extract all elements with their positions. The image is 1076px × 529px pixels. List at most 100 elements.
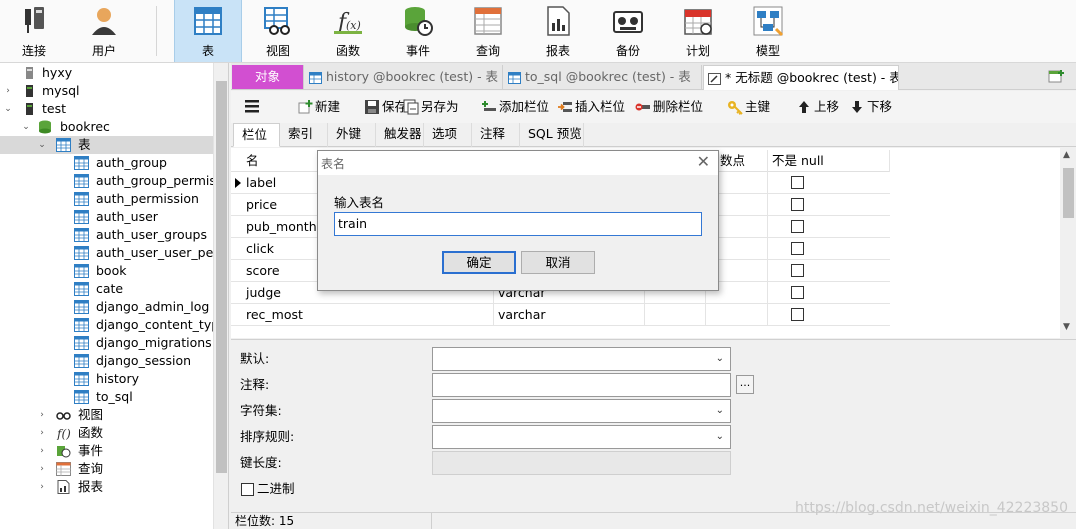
- tree-group-events[interactable]: › 事件: [0, 442, 213, 460]
- tree-group-queries[interactable]: › 查询: [0, 460, 213, 478]
- toolbar-model-button[interactable]: 模型: [734, 0, 802, 62]
- subtab-triggers[interactable]: 触发器: [376, 123, 424, 147]
- collation-label: 排序规则:: [240, 429, 295, 444]
- tree-table-item[interactable]: django_content_type: [0, 316, 227, 334]
- new-button[interactable]: 新建: [297, 97, 340, 117]
- subtab-indexes[interactable]: 索引: [280, 123, 328, 147]
- grid-scrollbar[interactable]: ▲ ▼: [1060, 148, 1076, 338]
- tree-label: to_sql: [96, 389, 133, 404]
- toolbar-schedule-button[interactable]: 计划: [664, 0, 732, 62]
- chevron-right-icon[interactable]: ›: [37, 478, 47, 496]
- field-type-cell[interactable]: varchar: [494, 304, 645, 326]
- insert-field-button[interactable]: 插入栏位: [557, 97, 625, 117]
- chevron-down-icon[interactable]: ⌄: [3, 100, 13, 118]
- collation-select[interactable]: ⌄: [432, 425, 731, 449]
- toolbar-connection-button[interactable]: 连接: [0, 0, 68, 62]
- cancel-button[interactable]: 取消: [521, 251, 595, 274]
- toolbar-table-button[interactable]: 表: [174, 0, 242, 62]
- tree-scrollbar[interactable]: [213, 63, 228, 529]
- toolbar-view-button[interactable]: 视图: [244, 0, 312, 62]
- scrollbar-thumb[interactable]: [1063, 168, 1074, 218]
- chevron-right-icon[interactable]: ›: [37, 442, 47, 460]
- tree-table-item[interactable]: book: [0, 262, 213, 280]
- save-as-button[interactable]: 另存为: [403, 97, 459, 117]
- scroll-down-icon[interactable]: ▼: [1063, 322, 1070, 332]
- delete-field-button[interactable]: 删除栏位: [635, 97, 703, 117]
- tree-label: history: [96, 371, 139, 386]
- tree-table-item[interactable]: to_sql: [0, 388, 213, 406]
- move-up-button[interactable]: 上移: [796, 97, 839, 117]
- toolbar-backup-button[interactable]: 备份: [594, 0, 662, 62]
- default-select[interactable]: ⌄: [432, 347, 731, 371]
- chevron-right-icon[interactable]: ›: [37, 406, 47, 424]
- add-field-button[interactable]: 添加栏位: [481, 97, 549, 117]
- tab-history[interactable]: history @bookrec (test) - 表: [305, 65, 503, 89]
- tree-table-item[interactable]: django_migrations: [0, 334, 213, 352]
- chevron-right-icon[interactable]: ›: [37, 460, 47, 478]
- tree-connection-mysql[interactable]: › mysql: [0, 82, 213, 100]
- not-null-checkbox[interactable]: [791, 264, 804, 277]
- not-null-checkbox[interactable]: [791, 242, 804, 255]
- tree-table-item[interactable]: auth_user: [0, 208, 213, 226]
- tree-table-item[interactable]: auth_permission: [0, 190, 213, 208]
- not-null-checkbox[interactable]: [791, 176, 804, 189]
- tree-table-item[interactable]: auth_group: [0, 154, 213, 172]
- comment-input[interactable]: [432, 373, 731, 397]
- tree-connection-hyxy[interactable]: hyxy: [0, 64, 213, 82]
- view-icon: [264, 7, 290, 35]
- subtab-options[interactable]: 选项: [424, 123, 472, 147]
- toolbar-query-button[interactable]: 查询: [454, 0, 522, 62]
- field-length-cell[interactable]: [645, 304, 706, 326]
- table-row[interactable]: rec_most varchar: [231, 304, 890, 326]
- toolbar-event-button[interactable]: 事件: [384, 0, 452, 62]
- tree-label: mysql: [42, 83, 80, 98]
- tree-table-item[interactable]: auth_group_permiss: [0, 172, 222, 190]
- tree-table-item[interactable]: cate: [0, 280, 213, 298]
- comment-ellipsis-button[interactable]: ...: [736, 375, 754, 394]
- column-header-not-null[interactable]: 不是 null: [768, 150, 890, 172]
- toolbar-user-button[interactable]: 用户: [70, 0, 138, 62]
- binary-checkbox[interactable]: [241, 483, 254, 496]
- tree-table-item[interactable]: auth_user_user_pern: [0, 244, 226, 262]
- charset-select[interactable]: ⌄: [432, 399, 731, 423]
- not-null-checkbox[interactable]: [791, 308, 804, 321]
- table-name-input[interactable]: train: [334, 212, 702, 236]
- move-down-button[interactable]: 下移: [849, 97, 892, 117]
- subtab-foreign-keys[interactable]: 外键: [328, 123, 376, 147]
- chevron-right-icon[interactable]: ›: [3, 82, 13, 100]
- chevron-down-icon[interactable]: ⌄: [21, 118, 31, 136]
- not-null-checkbox[interactable]: [791, 220, 804, 233]
- field-decimals-cell[interactable]: [706, 304, 768, 326]
- chevron-down-icon[interactable]: ⌄: [37, 136, 47, 154]
- tree-tables-group[interactable]: ⌄ 表: [0, 136, 213, 154]
- tree-database-bookrec[interactable]: ⌄ bookrec: [0, 118, 213, 136]
- tree-table-item[interactable]: django_session: [0, 352, 213, 370]
- tab-objects[interactable]: 对象: [232, 65, 304, 89]
- menu-icon[interactable]: [245, 100, 259, 113]
- save-button[interactable]: 保存: [364, 97, 407, 117]
- subtab-comment[interactable]: 注释: [472, 123, 520, 147]
- scrollbar-thumb[interactable]: [216, 81, 227, 473]
- tree-group-views[interactable]: › 视图: [0, 406, 213, 424]
- not-null-checkbox[interactable]: [791, 198, 804, 211]
- subtab-sql-preview[interactable]: SQL 预览: [520, 123, 584, 147]
- field-name-cell[interactable]: rec_most: [242, 304, 494, 326]
- new-tab-icon[interactable]: [1048, 68, 1066, 85]
- tree-table-item[interactable]: auth_user_groups: [0, 226, 213, 244]
- tab-to-sql[interactable]: to_sql @bookrec (test) - 表: [504, 65, 702, 89]
- toolbar-function-button[interactable]: f (x) 函数: [314, 0, 382, 62]
- tree-group-reports[interactable]: › 报表: [0, 478, 213, 496]
- primary-key-button[interactable]: 主键: [727, 97, 770, 117]
- ok-button[interactable]: 确定: [442, 251, 516, 274]
- subtab-fields[interactable]: 栏位: [233, 123, 280, 147]
- tab-untitled[interactable]: * 无标题 @bookrec (test) - 表: [703, 65, 899, 90]
- close-icon[interactable]: ✕: [697, 152, 710, 171]
- toolbar-report-button[interactable]: 报表: [524, 0, 592, 62]
- tree-table-item[interactable]: history: [0, 370, 213, 388]
- tree-group-functions[interactable]: › f() 函数: [0, 424, 213, 442]
- tree-connection-test[interactable]: ⌄ test: [0, 100, 213, 118]
- tree-table-item[interactable]: django_admin_log: [0, 298, 213, 316]
- not-null-checkbox[interactable]: [791, 286, 804, 299]
- scroll-up-icon[interactable]: ▲: [1063, 150, 1070, 160]
- chevron-right-icon[interactable]: ›: [37, 424, 47, 442]
